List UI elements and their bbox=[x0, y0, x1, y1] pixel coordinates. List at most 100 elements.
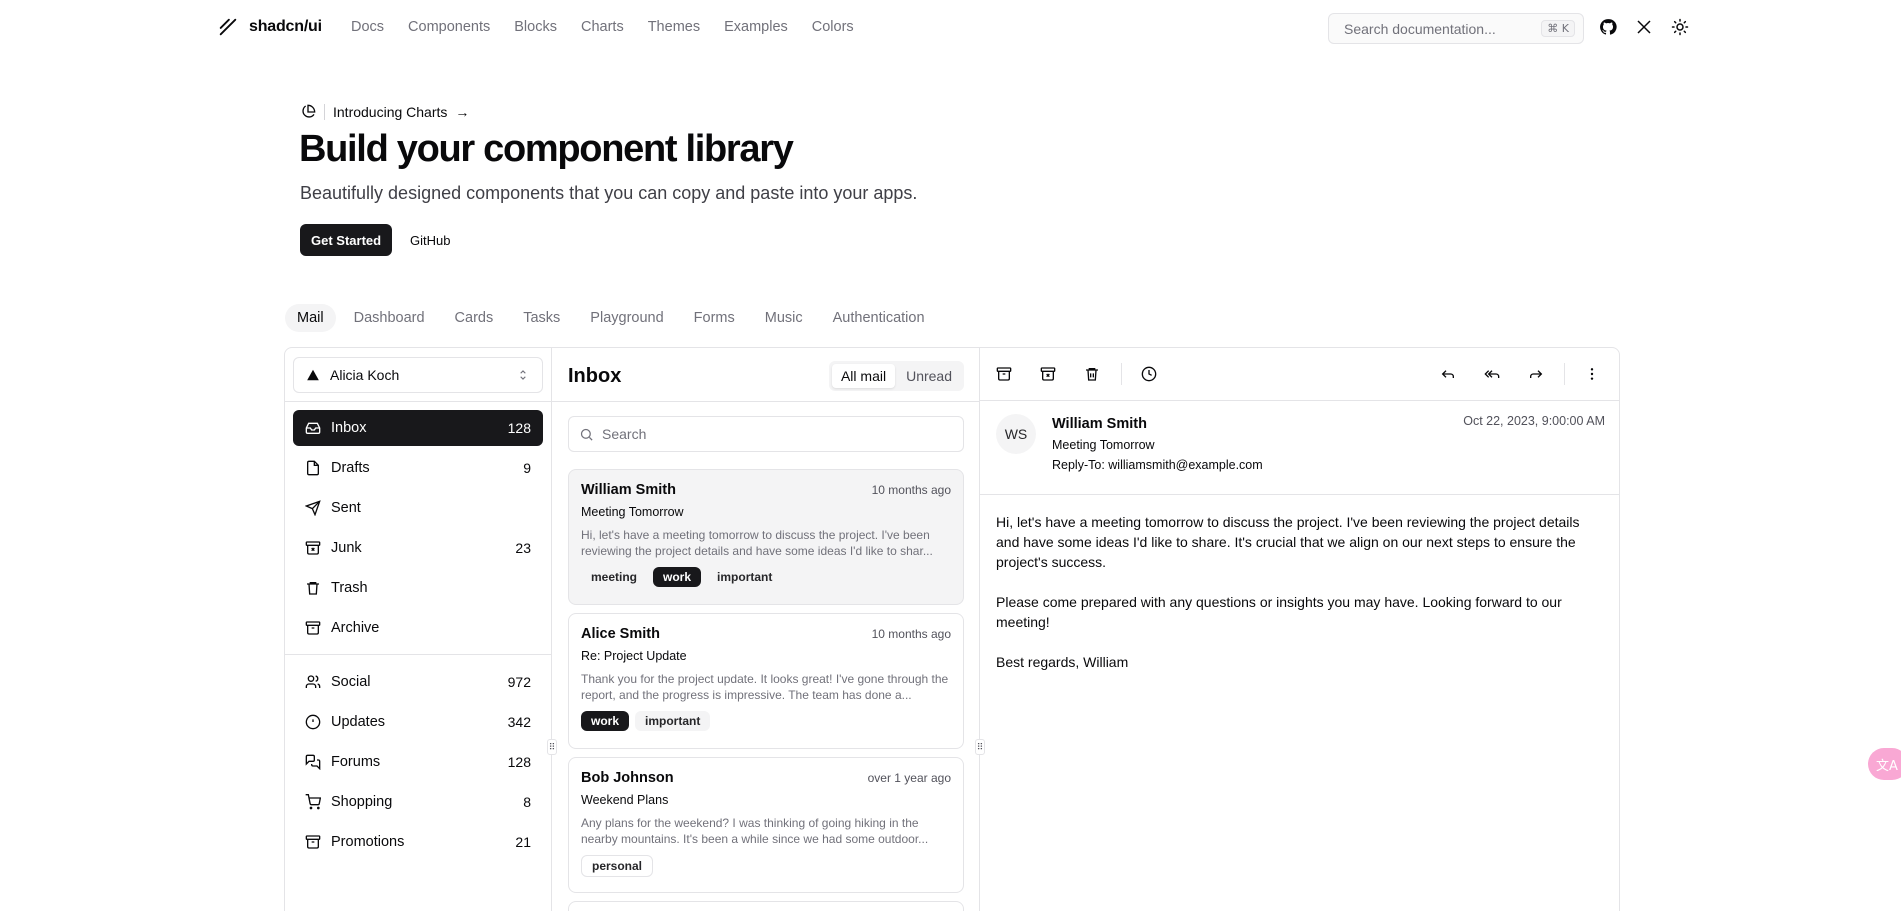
mail-date: 10 months ago bbox=[871, 627, 951, 641]
sidebar-item-count: 8 bbox=[523, 794, 531, 810]
forward-button[interactable] bbox=[1524, 362, 1548, 386]
tab-music[interactable]: Music bbox=[753, 304, 815, 332]
sidebar-item-social[interactable]: Social 972 bbox=[293, 664, 543, 700]
x-icon[interactable] bbox=[1633, 16, 1655, 38]
tab-unread[interactable]: Unread bbox=[897, 364, 961, 388]
tab-playground[interactable]: Playground bbox=[578, 304, 675, 332]
snooze-button[interactable] bbox=[1137, 362, 1161, 386]
reply-all-button[interactable] bbox=[1480, 362, 1504, 386]
mail-list-item[interactable] bbox=[568, 901, 964, 911]
chevrons-up-down-icon bbox=[520, 370, 526, 380]
tab-authentication[interactable]: Authentication bbox=[821, 304, 937, 332]
forward-icon bbox=[1530, 370, 1543, 378]
mail-list: William Smith 10 months ago Meeting Tomo… bbox=[568, 469, 964, 911]
nav-components[interactable]: Components bbox=[408, 19, 490, 35]
message-paragraph: Hi, let's have a meeting tomorrow to dis… bbox=[996, 514, 1580, 570]
sidebar-item-promotions[interactable]: Promotions 21 bbox=[293, 824, 543, 860]
get-started-button[interactable]: Get Started bbox=[300, 224, 393, 256]
trash-icon bbox=[307, 582, 319, 595]
tab-all-mail[interactable]: All mail bbox=[831, 364, 896, 388]
archive-icon bbox=[996, 367, 1012, 381]
archive-x-icon bbox=[305, 541, 321, 555]
announcement-link[interactable]: Introducing Charts → bbox=[300, 104, 469, 120]
tag-badge: work bbox=[581, 711, 630, 731]
sidebar-item-forums[interactable]: Forums 128 bbox=[293, 744, 543, 780]
nav-charts[interactable]: Charts bbox=[581, 19, 624, 35]
mail-list-title: Inbox bbox=[568, 364, 622, 387]
mail-preview: Any plans for the weekend? I was thinkin… bbox=[581, 816, 929, 846]
account-switcher[interactable]: Alicia Koch bbox=[293, 357, 543, 393]
archive-icon bbox=[305, 621, 321, 635]
tag-badge: important bbox=[635, 711, 711, 731]
nav-colors[interactable]: Colors bbox=[812, 19, 854, 35]
site-header: shadcn/ui Docs Components Blocks Charts … bbox=[0, 0, 1901, 56]
nav-themes[interactable]: Themes bbox=[648, 19, 700, 35]
toolbar-separator bbox=[1564, 363, 1565, 385]
tab-mail[interactable]: Mail bbox=[285, 304, 336, 332]
tab-dashboard[interactable]: Dashboard bbox=[342, 304, 437, 332]
messages-icon bbox=[305, 754, 321, 770]
toolbar-separator bbox=[1121, 363, 1122, 385]
archive-button[interactable] bbox=[992, 362, 1016, 386]
mail-toolbar bbox=[980, 348, 1619, 401]
github-button[interactable]: GitHub bbox=[400, 224, 460, 256]
example-tabs: Mail Dashboard Cards Tasks Playground Fo… bbox=[285, 304, 937, 332]
search-input[interactable] bbox=[602, 426, 953, 442]
sidebar-item-label: Updates bbox=[331, 714, 386, 730]
mail-sender: Bob Johnson bbox=[581, 770, 674, 786]
search-icon bbox=[580, 428, 593, 441]
github-icon[interactable] bbox=[1597, 16, 1619, 38]
message-body: Hi, let's have a meeting tomorrow to dis… bbox=[996, 512, 1605, 692]
move-to-junk-button[interactable] bbox=[1036, 362, 1060, 386]
mail-subject: Weekend Plans bbox=[581, 793, 669, 807]
hero-title: Build your component library bbox=[299, 128, 794, 170]
translate-button[interactable]: 文A bbox=[1868, 748, 1901, 780]
triangle-logo-icon bbox=[307, 369, 319, 381]
tab-tasks[interactable]: Tasks bbox=[511, 304, 572, 332]
trash-button[interactable] bbox=[1080, 362, 1104, 386]
sidebar-item-archive[interactable]: Archive bbox=[293, 610, 543, 646]
mail-date: 10 months ago bbox=[871, 483, 951, 497]
sidebar-item-inbox[interactable]: Inbox 128 bbox=[293, 410, 543, 446]
mail-list-item[interactable]: William Smith 10 months ago Meeting Tomo… bbox=[568, 469, 964, 605]
tab-cards[interactable]: Cards bbox=[443, 304, 506, 332]
divider bbox=[980, 494, 1619, 495]
mail-list-item[interactable]: Bob Johnson over 1 year ago Weekend Plan… bbox=[568, 757, 964, 893]
arrow-right-icon: → bbox=[455, 104, 470, 120]
mail-list-item[interactable]: Alice Smith 10 months ago Re: Project Up… bbox=[568, 613, 964, 749]
sidebar-item-trash[interactable]: Trash bbox=[293, 570, 543, 606]
sun-icon[interactable] bbox=[1669, 16, 1691, 38]
tab-forms[interactable]: Forms bbox=[682, 304, 747, 332]
nav-examples[interactable]: Examples bbox=[724, 19, 788, 35]
logo[interactable]: shadcn/ui bbox=[217, 16, 322, 38]
announcement-separator bbox=[324, 104, 325, 120]
nav-blocks[interactable]: Blocks bbox=[514, 19, 557, 35]
sidebar-item-count: 23 bbox=[515, 540, 531, 556]
sidebar-item-updates[interactable]: Updates 342 bbox=[293, 704, 543, 740]
sidebar-item-drafts[interactable]: Drafts 9 bbox=[293, 450, 543, 486]
reply-to-address: williamsmith@example.com bbox=[1108, 458, 1263, 472]
sidebar-item-label: Archive bbox=[331, 620, 380, 636]
more-options-button[interactable] bbox=[1580, 362, 1604, 386]
mail-subject: Meeting Tomorrow bbox=[581, 505, 684, 519]
sidebar-item-label: Forums bbox=[331, 754, 381, 770]
mail-date: over 1 year ago bbox=[867, 771, 951, 785]
category-nav: Social 972 Updates 342 Forums 128 Shoppi… bbox=[293, 664, 543, 864]
sidebar-item-label: Shopping bbox=[331, 794, 393, 810]
header-icons bbox=[1597, 16, 1691, 38]
sidebar-item-count: 21 bbox=[515, 834, 531, 850]
nav-docs[interactable]: Docs bbox=[351, 19, 384, 35]
announcement-text: Introducing Charts bbox=[333, 104, 448, 120]
sidebar-item-junk[interactable]: Junk 23 bbox=[293, 530, 543, 566]
slash-logo-icon bbox=[219, 18, 237, 36]
sidebar-item-shopping[interactable]: Shopping 8 bbox=[293, 784, 543, 820]
tag-badge: work bbox=[653, 567, 702, 587]
search-documentation-button[interactable]: Search documentation... ⌘ K bbox=[1328, 13, 1584, 44]
sidebar-item-count: 128 bbox=[507, 754, 531, 770]
mail-list-header: Inbox All mail Unread bbox=[568, 361, 964, 391]
sidebar-item-sent[interactable]: Sent bbox=[293, 490, 543, 526]
archive-icon bbox=[305, 835, 321, 849]
sidebar-item-label: Inbox bbox=[331, 420, 367, 436]
main-nav: Docs Components Blocks Charts Themes Exa… bbox=[351, 19, 854, 35]
reply-button[interactable] bbox=[1436, 362, 1460, 386]
